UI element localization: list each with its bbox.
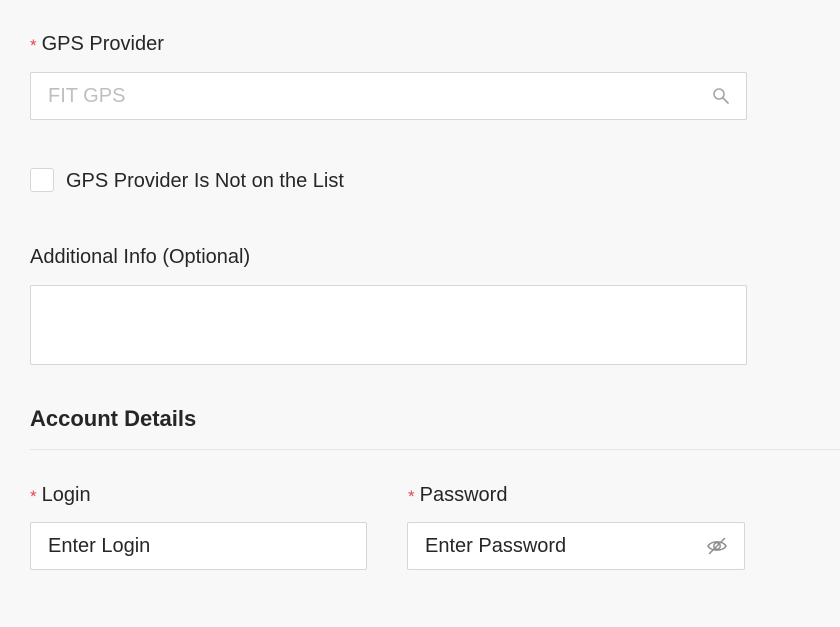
account-details-heading: Account Details <box>30 406 197 431</box>
gps-provider-label: * GPS Provider <box>30 32 164 57</box>
not-on-list-checkbox[interactable] <box>30 168 54 192</box>
password-input-value: Enter Password <box>425 534 567 557</box>
password-input[interactable]: Enter Password <box>407 522 745 570</box>
section-divider <box>30 449 840 450</box>
not-on-list-label[interactable]: GPS Provider Is Not on the List <box>66 169 344 193</box>
additional-info-label: Additional Info (Optional) <box>30 246 251 268</box>
login-label: * Login <box>30 483 91 508</box>
gps-provider-placeholder: FIT GPS <box>48 84 126 107</box>
required-asterisk: * <box>408 487 415 506</box>
eye-off-icon[interactable] <box>706 537 728 555</box>
gps-provider-label-text: GPS Provider <box>41 33 164 55</box>
password-label-text: Password <box>419 484 508 506</box>
password-label: * Password <box>408 483 507 508</box>
login-input[interactable]: Enter Login <box>30 522 367 570</box>
login-input-value: Enter Login <box>48 534 151 557</box>
search-icon[interactable] <box>712 87 730 105</box>
additional-info-textarea[interactable] <box>30 285 747 365</box>
login-label-text: Login <box>41 484 91 506</box>
gps-settings-form: * GPS Provider FIT GPS GPS Provider Is No… <box>0 0 840 627</box>
required-asterisk: * <box>30 36 37 55</box>
required-asterisk: * <box>30 487 37 506</box>
gps-provider-search-input[interactable]: FIT GPS <box>30 72 747 120</box>
